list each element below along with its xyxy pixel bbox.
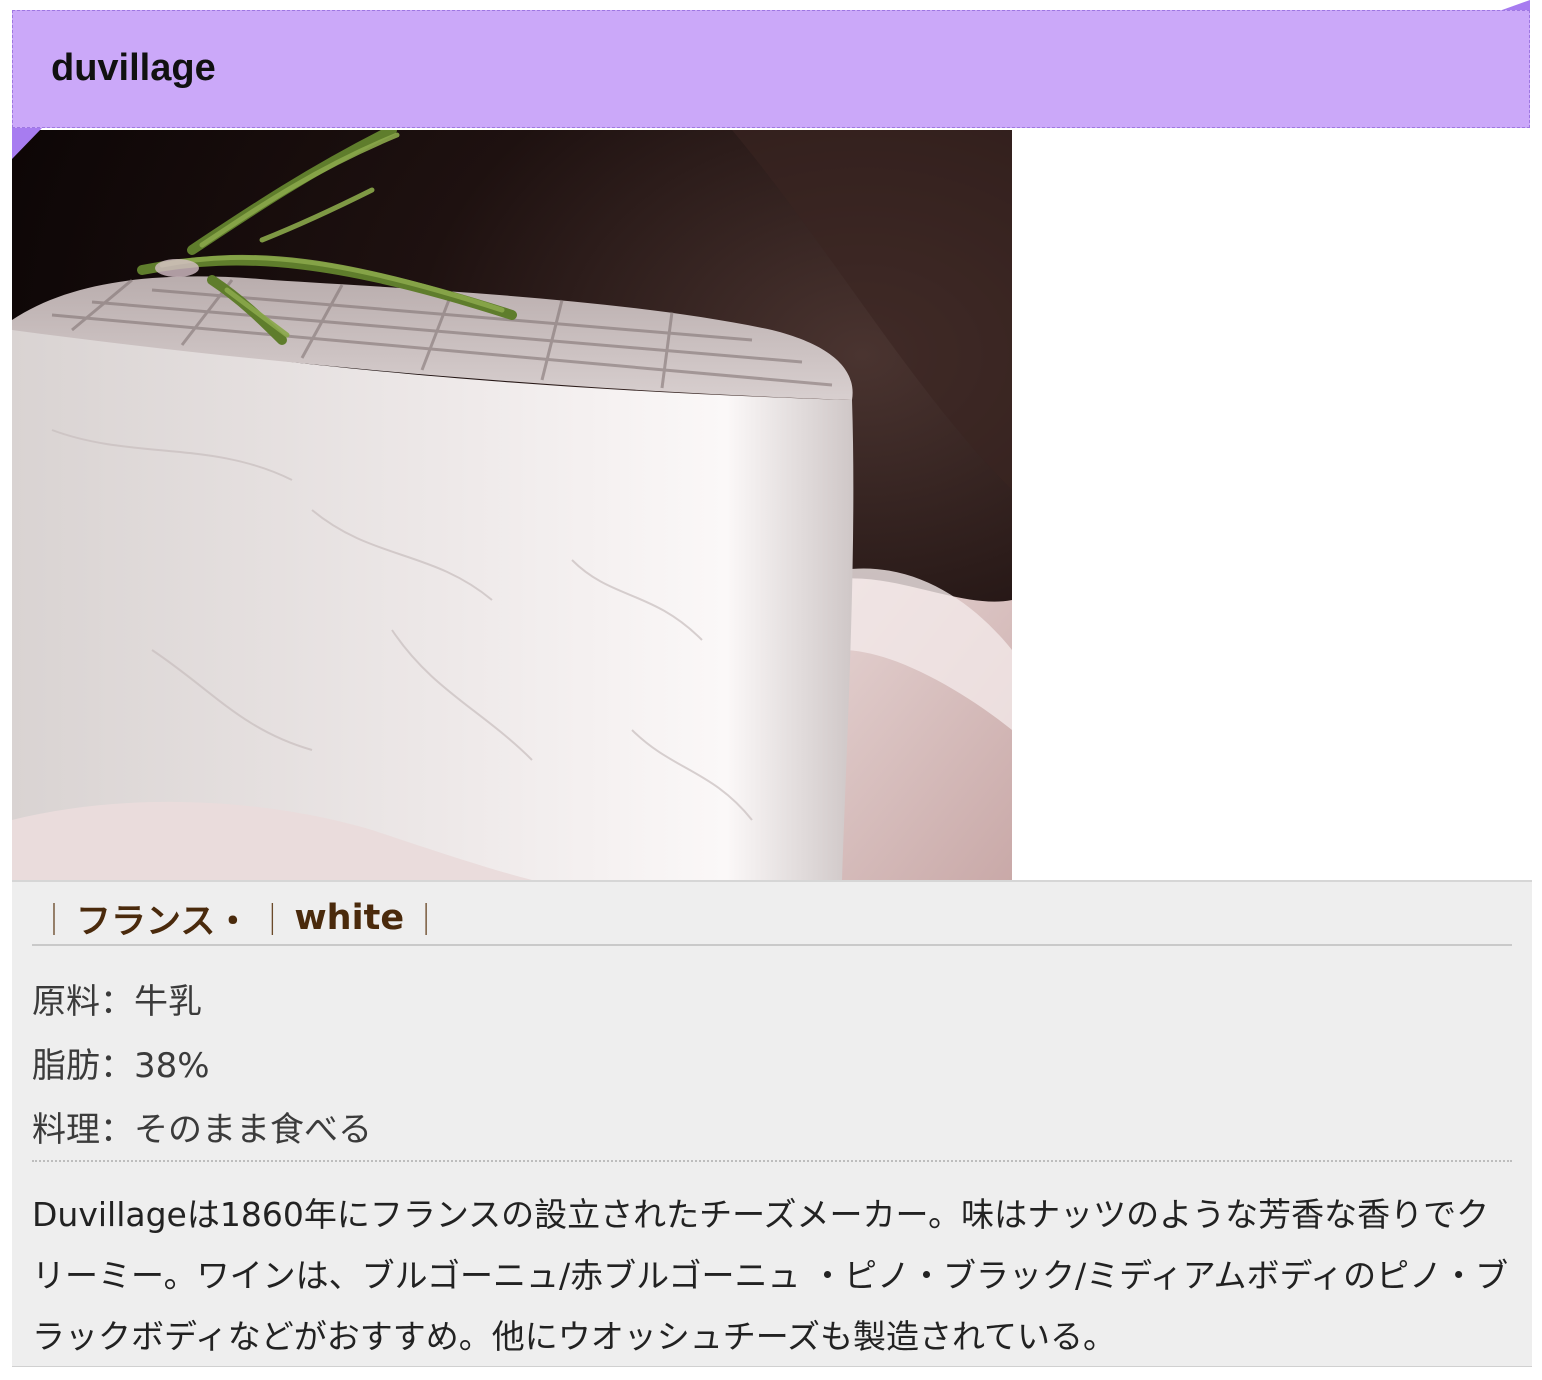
spec-colon: ： (100, 1110, 134, 1150)
spec-label: 脂肪 (32, 1046, 100, 1086)
spec-ingredient: 原料：牛乳 (32, 974, 202, 1023)
page-title: duvillage (51, 47, 216, 89)
tag-link-country[interactable]: フランス・ (76, 893, 250, 944)
spec-value: 牛乳 (134, 982, 202, 1022)
spec-value: 38% (134, 1046, 210, 1086)
tag-link-type[interactable]: white (294, 898, 404, 938)
tag-separator: ｜ (410, 901, 443, 939)
spec-label: 料理 (32, 1110, 100, 1150)
tag-separator: ｜ (38, 901, 71, 939)
spec-colon: ： (100, 1046, 134, 1086)
product-info-panel: ｜ フランス・ ｜ white ｜ 原料：牛乳 脂肪：38% 料理：そのまま食べ… (12, 880, 1532, 1366)
ribbon-fold-right (1502, 0, 1530, 10)
product-image (12, 130, 1012, 880)
product-description: Duvillageは1860年にフランスの設立されたチーズメーカー。味はナッツの… (32, 1195, 1509, 1356)
ribbon-fold-left (12, 128, 42, 159)
section-divider (32, 1160, 1512, 1162)
spec-cooking: 料理：そのまま食べる (32, 1102, 372, 1151)
tag-bar: ｜ フランス・ ｜ white ｜ (32, 892, 1512, 946)
spec-label: 原料 (32, 982, 100, 1022)
tag-separator: ｜ (256, 901, 289, 939)
spec-colon: ： (100, 982, 134, 1022)
spec-fat: 脂肪：38% (32, 1038, 210, 1087)
title-bar: duvillage (12, 10, 1530, 128)
panel-bottom-border (12, 1366, 1532, 1367)
spec-value: そのまま食べる (134, 1110, 372, 1150)
